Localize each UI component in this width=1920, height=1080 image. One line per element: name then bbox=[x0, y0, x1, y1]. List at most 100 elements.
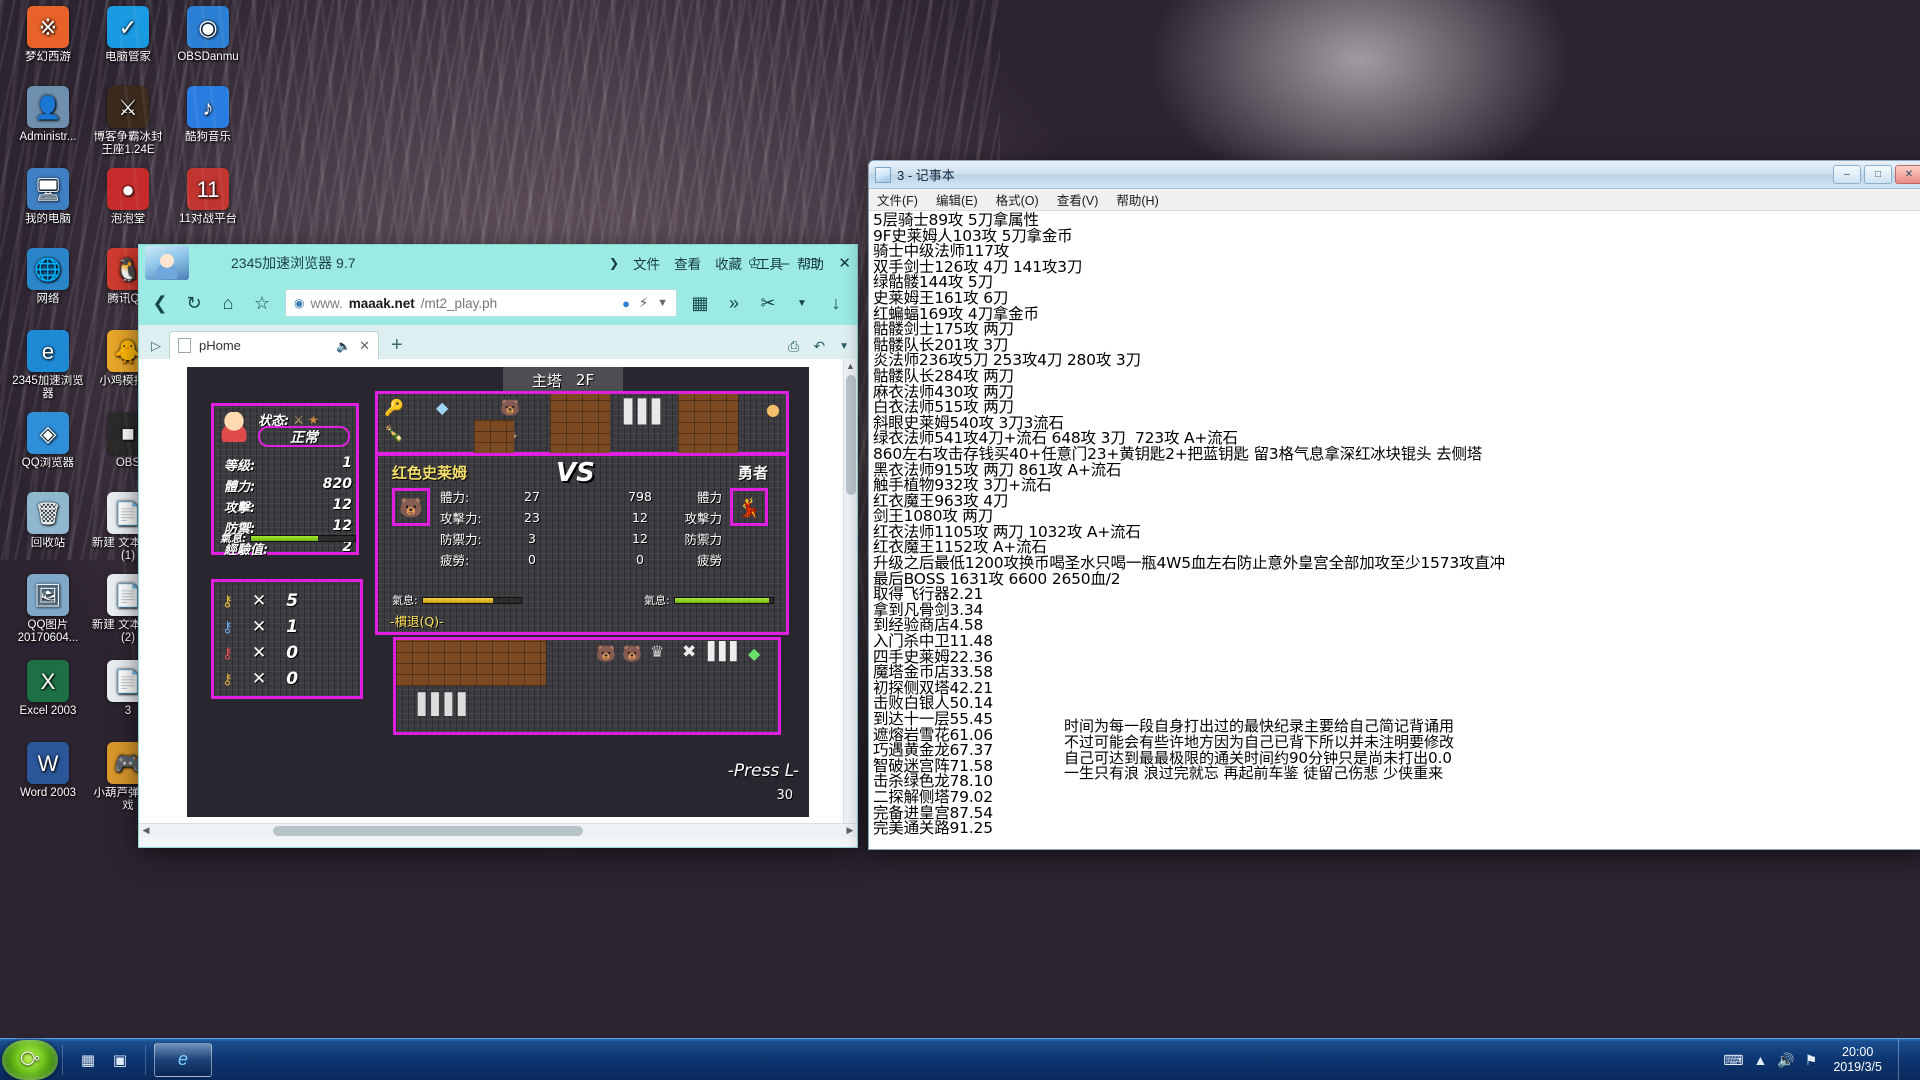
desktop-icon[interactable]: ⚔ 博客争霸冰封王座1.24E bbox=[88, 86, 168, 157]
chevron-down-icon[interactable]: ▼ bbox=[657, 297, 668, 309]
minimize-icon[interactable]: – bbox=[1833, 165, 1861, 184]
close-icon[interactable]: ✕ bbox=[838, 254, 851, 272]
dropdown-icon[interactable]: ▼ bbox=[791, 298, 813, 309]
desktop-icon[interactable]: 🌐 网络 bbox=[8, 248, 88, 306]
notepad-menu-edit[interactable]: 编辑(E) bbox=[936, 190, 978, 209]
address-bar[interactable]: ◉ www. maaak.net/mt2_play.ph ● ⚡ ▼ bbox=[285, 289, 677, 317]
desktop-icon[interactable]: ✓ 电脑管家 bbox=[88, 6, 168, 64]
desktop-icon[interactable]: ◉ OBSDanmu bbox=[168, 6, 248, 64]
desktop-icon[interactable]: ◈ QQ浏览器 bbox=[8, 412, 88, 470]
notepad-menu-help[interactable]: 帮助(H) bbox=[1116, 190, 1158, 209]
battle-enemy-value: 3 bbox=[528, 531, 536, 546]
browser-menu-view[interactable]: 查看 bbox=[674, 253, 701, 273]
browser-avatar-icon[interactable] bbox=[145, 246, 189, 280]
rocket-icon[interactable]: ● bbox=[622, 296, 630, 311]
notepad-text-area[interactable]: 5层骑士89攻 5刀拿属性 9F史莱姆人103攻 5刀拿金币 骑士中级法师117攻双… bbox=[869, 211, 1920, 849]
browser-window[interactable]: 2345加速浏览器 9.7 ❯ 文件 查看 收藏 工具 帮助 ♔ – □ ✕ ❮… bbox=[138, 244, 858, 848]
quick-launch-bar[interactable]: ▦ ▣ bbox=[67, 1047, 141, 1073]
start-button[interactable]: ⧂ bbox=[2, 1039, 58, 1080]
arrow-up-icon[interactable]: ▲ bbox=[1753, 1052, 1767, 1068]
floor-title: 主塔 bbox=[531, 371, 562, 390]
speaker-muted-icon[interactable]: 🔊 bbox=[1777, 1052, 1794, 1069]
scroll-left-arrow-icon[interactable]: ◀ bbox=[139, 825, 153, 836]
lightning-icon[interactable]: ⚡ bbox=[639, 295, 648, 311]
scroll-thumb-vertical[interactable] bbox=[845, 375, 856, 495]
hero-sprite-icon bbox=[220, 412, 248, 442]
scroll-up-arrow-icon[interactable]: ▲ bbox=[844, 359, 857, 373]
notepad-window[interactable]: 3 - 记事本 – □ ✕ 文件(F) 编辑(E) 格式(O) 查看(V) 帮助… bbox=[868, 160, 1920, 850]
battle-stat-label: 體力: bbox=[440, 490, 470, 505]
shield-icon[interactable]: ⚑ bbox=[1805, 1052, 1818, 1069]
undo-icon[interactable]: ↶ bbox=[813, 338, 825, 355]
notepad-menubar[interactable]: 文件(F) 编辑(E) 格式(O) 查看(V) 帮助(H) bbox=[869, 189, 1920, 211]
window-icon[interactable]: ▣ bbox=[107, 1047, 133, 1073]
new-tab-button[interactable]: + bbox=[381, 334, 413, 359]
browser-vertical-scrollbar[interactable]: ▲ bbox=[843, 359, 857, 823]
desktop-icon-label: 回收站 bbox=[30, 537, 66, 549]
close-icon[interactable]: ✕ bbox=[1895, 165, 1920, 184]
notepad-window-controls[interactable]: – □ ✕ bbox=[1833, 165, 1920, 184]
desktop-icon[interactable]: 🗑 回收站 bbox=[8, 492, 88, 550]
desktop-icon[interactable]: 🖼 QQ图片20170604... bbox=[8, 574, 88, 645]
scissors-icon[interactable]: ✂ bbox=[757, 293, 779, 314]
minimize-icon[interactable]: – bbox=[781, 255, 789, 272]
browser-toolbar[interactable]: ❮ ↻ ⌂ ☆ ◉ www. maaak.net/mt2_play.ph ● ⚡ … bbox=[139, 281, 857, 325]
browser-tabstrip[interactable]: ▷ pHome 🔈 ✕ + ⎙ ↶ ▼ bbox=[139, 325, 857, 359]
desktop-icon[interactable]: e 2345加速浏览器 bbox=[8, 330, 88, 401]
dropdown-icon[interactable]: ▼ bbox=[839, 341, 849, 352]
desktop-icon[interactable]: 👤 Administr... bbox=[8, 86, 88, 144]
taskbar[interactable]: ⧂ ▦ ▣ e ⌨ ▲ 🔊 ⚑ 20:00 2019/3/5 bbox=[0, 1038, 1920, 1080]
game-canvas[interactable]: 主塔 2F 状态: ⚔ ★ 正常 等级: 1 體力: 820 攻擊: 12 防禦: 12 經驗值… bbox=[187, 367, 809, 817]
notepad-titlebar[interactable]: 3 - 记事本 – □ ✕ bbox=[869, 161, 1920, 189]
back-icon[interactable]: ❮ bbox=[149, 293, 171, 314]
taskbar-clock[interactable]: 20:00 2019/3/5 bbox=[1827, 1045, 1888, 1075]
maximize-icon[interactable]: □ bbox=[1864, 165, 1892, 184]
taskbar-item-browser[interactable]: e bbox=[154, 1042, 212, 1077]
print-icon[interactable]: ⎙ bbox=[788, 338, 799, 355]
browser-titlebar[interactable]: 2345加速浏览器 9.7 ❯ 文件 查看 收藏 工具 帮助 ♔ – □ ✕ bbox=[139, 245, 857, 281]
show-desktop-button[interactable] bbox=[1898, 1039, 1910, 1080]
url-domain: maaak.net bbox=[348, 295, 415, 311]
stat-label: 等级: bbox=[224, 459, 256, 474]
tabstrip-right-controls[interactable]: ⎙ ↶ ▼ bbox=[788, 338, 849, 355]
stat-label: 體力: bbox=[224, 480, 256, 495]
notepad-menu-format[interactable]: 格式(O) bbox=[996, 190, 1039, 209]
desktop-icon[interactable]: X Excel 2003 bbox=[8, 660, 88, 718]
desktop-icon[interactable]: 11 11对战平台 bbox=[168, 168, 248, 226]
reload-icon[interactable]: ↻ bbox=[183, 293, 205, 314]
home-icon[interactable]: ⌂ bbox=[217, 293, 239, 314]
system-tray[interactable]: ⌨ ▲ 🔊 ⚑ 20:00 2019/3/5 bbox=[1723, 1039, 1920, 1080]
scroll-thumb-horizontal[interactable] bbox=[273, 825, 583, 836]
browser-horizontal-scrollbar[interactable]: ◀ ▶ bbox=[139, 823, 857, 837]
notepad-menu-file[interactable]: 文件(F) bbox=[877, 190, 918, 209]
shirt-icon[interactable]: ♔ bbox=[748, 254, 761, 272]
desktop-icon[interactable]: W Word 2003 bbox=[8, 742, 88, 800]
battle-retreat-button[interactable]: -樌退(Q)- bbox=[390, 611, 444, 630]
grid-icon[interactable]: ▦ bbox=[75, 1047, 101, 1073]
notepad-menu-view[interactable]: 查看(V) bbox=[1057, 190, 1099, 209]
close-icon[interactable]: ✕ bbox=[359, 338, 370, 354]
camera-icon[interactable]: ◉ bbox=[294, 296, 304, 310]
maximize-icon[interactable]: □ bbox=[809, 255, 818, 272]
keyboard-icon[interactable]: ⌨ bbox=[1723, 1052, 1743, 1069]
browser-menu-file[interactable]: 文件 bbox=[633, 253, 660, 273]
star-icon[interactable]: ☆ bbox=[251, 293, 273, 314]
browser-menu-favorites[interactable]: 收藏 bbox=[715, 253, 742, 273]
chevron-right-icon[interactable]: ❯ bbox=[609, 256, 619, 270]
download-icon[interactable]: ↓ bbox=[825, 293, 847, 314]
item-count: 0 bbox=[286, 669, 299, 689]
browser-window-controls[interactable]: ♔ – □ ✕ bbox=[748, 254, 851, 273]
apps-icon[interactable]: ▦ bbox=[689, 293, 711, 314]
desktop-icon-glyph: ✓ bbox=[107, 6, 149, 48]
desktop-icon[interactable]: ※ 梦幻西游 bbox=[8, 6, 88, 64]
scroll-right-arrow-icon[interactable]: ▶ bbox=[843, 825, 857, 836]
notepad-line: 最后BOSS 1631攻 6600 2650血/2 bbox=[873, 569, 1121, 588]
desktop-icon[interactable]: ● 泡泡堂 bbox=[88, 168, 168, 226]
speaker-icon[interactable]: 🔈 bbox=[336, 339, 351, 353]
more-icon[interactable]: » bbox=[723, 293, 745, 314]
browser-tab[interactable]: pHome 🔈 ✕ bbox=[169, 331, 379, 359]
desktop-icon[interactable]: 🖥 我的电脑 bbox=[8, 168, 88, 226]
sidebar-toggle-icon[interactable]: ▷ bbox=[145, 333, 167, 359]
desktop-icon[interactable]: ♪ 酷狗音乐 bbox=[168, 86, 248, 144]
taskbar-separator bbox=[62, 1044, 63, 1075]
